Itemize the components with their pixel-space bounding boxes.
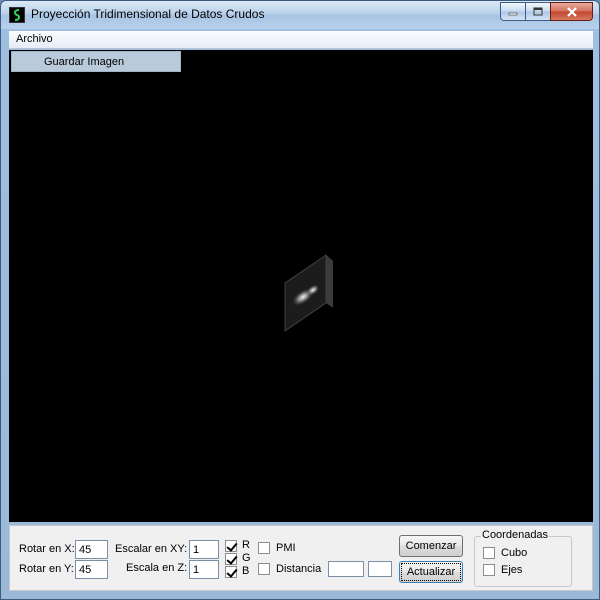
scale-xy-input[interactable] xyxy=(189,540,219,559)
controls-panel: Rotar en X: Rotar en Y: Escalar en XY: E… xyxy=(9,525,593,591)
pmi-checkbox[interactable] xyxy=(258,542,270,554)
actualizar-button[interactable]: Actualizar xyxy=(399,561,463,583)
menu-bar: Archivo xyxy=(9,31,593,49)
maximize-button[interactable] xyxy=(525,2,550,21)
menu-archivo[interactable]: Archivo xyxy=(16,33,53,45)
channel-r-checkbox[interactable] xyxy=(225,540,237,552)
scale-z-label: Escala en Z: xyxy=(126,562,188,574)
minimize-icon xyxy=(508,12,518,15)
channel-r-label: R xyxy=(242,539,250,551)
distancia-input-1[interactable] xyxy=(328,561,364,577)
close-icon xyxy=(566,6,577,17)
ejes-label: Ejes xyxy=(501,564,523,576)
channel-b-checkbox[interactable] xyxy=(225,566,237,578)
archivo-dropdown: Guardar Imagen xyxy=(11,51,181,72)
caption-buttons xyxy=(500,2,593,22)
rot-y-input[interactable] xyxy=(75,560,108,579)
channel-g-checkbox[interactable] xyxy=(225,553,237,565)
app-icon[interactable] xyxy=(9,7,25,23)
channel-b-label: B xyxy=(242,565,250,577)
projection-canvas[interactable] xyxy=(9,50,593,522)
pmi-label: PMI xyxy=(276,542,296,554)
cubo-checkbox[interactable] xyxy=(483,547,495,559)
projected-volume xyxy=(284,254,333,332)
window-title: Proyección Tridimensional de Datos Crudo… xyxy=(31,7,265,21)
menu-item-guardar-imagen[interactable]: Guardar Imagen xyxy=(44,56,124,68)
comenzar-button[interactable]: Comenzar xyxy=(399,535,463,557)
rot-x-input[interactable] xyxy=(75,540,108,559)
close-button[interactable] xyxy=(550,2,593,21)
app-window: Proyección Tridimensional de Datos Crudo… xyxy=(0,0,600,600)
rot-y-label: Rotar en Y: xyxy=(19,563,74,575)
scale-z-input[interactable] xyxy=(189,560,219,579)
maximize-icon xyxy=(533,7,543,16)
distancia-label: Distancia xyxy=(276,563,322,575)
scale-xy-label: Escalar en XY: xyxy=(115,543,188,555)
channel-g-label: G xyxy=(242,552,251,564)
cubo-label: Cubo xyxy=(501,547,528,559)
title-bar[interactable]: Proyección Tridimensional de Datos Crudo… xyxy=(1,1,599,29)
distancia-checkbox[interactable] xyxy=(258,563,270,575)
rot-x-label: Rotar en X: xyxy=(19,543,75,555)
distancia-input-2[interactable] xyxy=(368,561,392,577)
coordenadas-group: Coordenadas Cubo Ejes xyxy=(474,529,572,587)
minimize-button[interactable] xyxy=(500,2,525,21)
coordenadas-title: Coordenadas xyxy=(481,529,550,541)
ejes-checkbox[interactable] xyxy=(483,564,495,576)
